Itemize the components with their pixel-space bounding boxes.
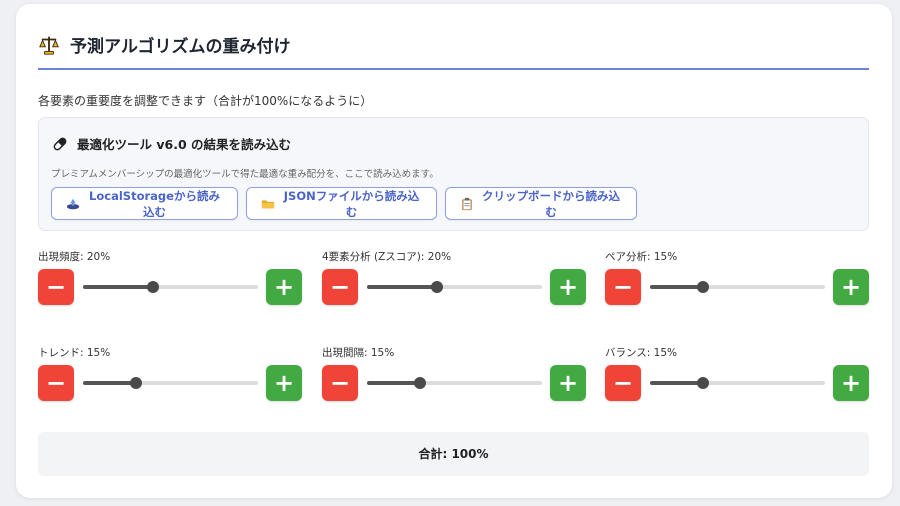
weight-slider[interactable] [367,281,542,293]
increase-button[interactable]: + [266,269,302,305]
slider-fill [367,285,437,289]
load-json-button[interactable]: JSONファイルから読み込む [246,187,437,220]
weight-control-trend: トレンド: 15% − + [38,345,302,405]
slider-thumb[interactable] [696,377,709,389]
weight-label: 出現頻度: 20% [38,251,111,263]
folder-icon [261,200,275,208]
slider-thumb[interactable] [147,281,159,293]
decrease-button[interactable]: − [605,269,641,305]
load-json-label: JSONファイルから読み込む [283,188,420,219]
optimizer-subtitle: プレミアムメンバーシップの最適化ツールで得た最適な重み配分を、ここで読み込めます… [51,169,439,180]
load-button-row: LocalStorageから読み込む JSONファイルから読み込む クリップボー… [51,187,637,220]
balance-scale-icon [39,36,59,55]
slider-fill [367,381,420,385]
slider-thumb[interactable] [696,281,709,293]
slider-fill [83,381,136,385]
slider-thumb[interactable] [431,281,443,293]
slider-fill [650,381,703,385]
weight-control-pair: ペア分析: 15% − + [605,249,869,309]
load-clipboard-label: クリップボードから読み込む [482,188,620,219]
load-localstorage-button[interactable]: LocalStorageから読み込む [51,187,238,220]
decrease-button[interactable]: − [322,269,358,305]
weight-control-balance: バランス: 15% − + [605,345,869,405]
pill-capsule-icon [53,137,67,150]
increase-button[interactable]: + [550,365,586,401]
disk-icon [66,198,80,209]
decrease-button[interactable]: − [38,269,74,305]
header: 予測アルゴリズムの重み付け [38,32,291,57]
weight-label: トレンド: 15% [38,347,111,359]
increase-button[interactable]: + [833,269,869,305]
slider-thumb[interactable] [413,377,426,389]
weight-label: ペア分析: 15% [605,251,678,263]
decrease-button[interactable]: − [605,365,641,401]
description-text: 各要素の重要度を調整できます（合計が100%になるように） [38,94,373,108]
load-localstorage-label: LocalStorageから読み込む [89,188,220,219]
weight-slider[interactable] [83,377,258,389]
decrease-button[interactable]: − [38,365,74,401]
weight-control-zscore: 4要素分析 (Zスコア): 20% − + [322,249,586,309]
total-display: 合計: 100% [38,432,869,476]
page-title: 予測アルゴリズムの重み付け [70,37,291,57]
weight-control-frequency: 出現頻度: 20% − + [38,249,302,309]
optimizer-title: 最適化ツール v6.0 の結果を読み込む [77,137,291,152]
slider-thumb[interactable] [129,377,142,389]
slider-fill [650,285,703,289]
decrease-button[interactable]: − [322,365,358,401]
weight-label: 4要素分析 (Zスコア): 20% [322,251,452,263]
weight-slider[interactable] [650,377,825,389]
weight-slider[interactable] [650,281,825,293]
slider-fill [83,285,153,289]
load-clipboard-button[interactable]: クリップボードから読み込む [445,187,637,220]
weight-label: バランス: 15% [605,347,678,359]
optimizer-header: 最適化ツール v6.0 の結果を読み込む [51,134,291,153]
weight-label: 出現間隔: 15% [322,347,395,359]
optimizer-panel: 最適化ツール v6.0 の結果を読み込む プレミアムメンバーシップの最適化ツール… [38,117,869,231]
weighting-card: 予測アルゴリズムの重み付け 各要素の重要度を調整できます（合計が100%になるよ… [16,4,892,498]
title-divider [38,68,869,70]
increase-button[interactable]: + [550,269,586,305]
weight-slider[interactable] [83,281,258,293]
clipboard-icon [462,197,472,210]
increase-button[interactable]: + [833,365,869,401]
weight-control-interval: 出現間隔: 15% − + [322,345,586,405]
increase-button[interactable]: + [266,365,302,401]
weight-slider[interactable] [367,377,542,389]
